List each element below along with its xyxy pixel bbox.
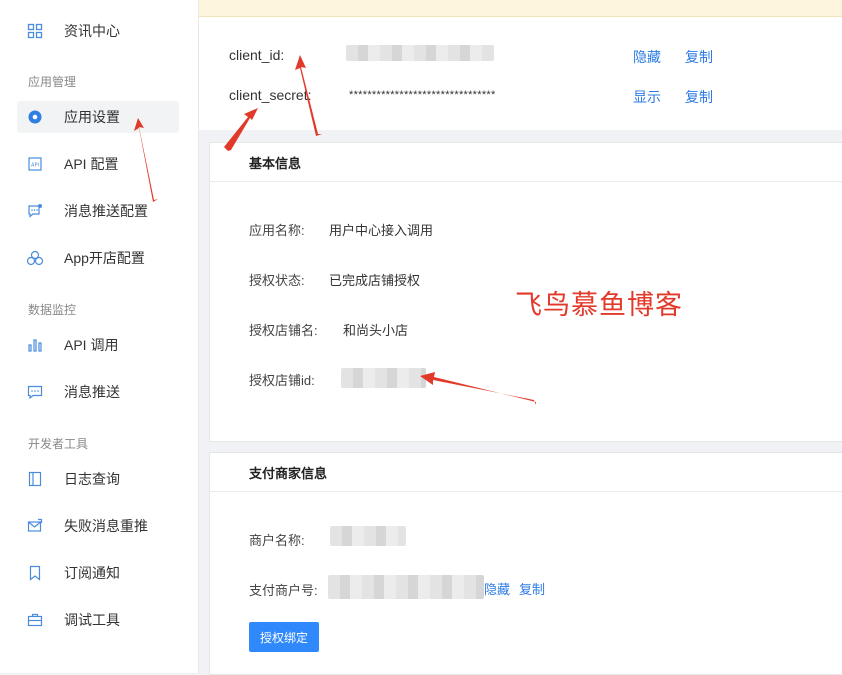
- bar-chart-icon: [25, 335, 45, 355]
- cluster-icon: [25, 248, 45, 268]
- sidebar-item-label: API 调用: [64, 337, 119, 353]
- book-icon: [25, 469, 45, 489]
- main-content: client_id: 隐藏 复制 client_secret: ********…: [199, 0, 842, 675]
- merchant-no-copy-link[interactable]: 复制: [519, 579, 545, 598]
- shop-id-label: 授权店铺id:: [249, 373, 315, 388]
- merchant-no-label: 支付商户号:: [249, 583, 318, 598]
- client-id-value-blurred: [346, 45, 494, 61]
- group-title-data-monitoring: 数据监控: [28, 303, 77, 317]
- mail-retry-icon: [25, 516, 45, 536]
- sidebar-item-message-push[interactable]: 消息推送: [17, 376, 179, 408]
- settings-icon: [25, 107, 45, 127]
- app-name-value: 用户中心接入调用: [329, 223, 434, 238]
- sidebar-item-api-calls[interactable]: API 调用: [17, 329, 179, 361]
- sidebar: 资讯中心 应用管理 应用设置 API API 配置 消息推送配置 App开店配置…: [0, 0, 199, 673]
- sidebar-item-app-store-config[interactable]: App开店配置: [17, 242, 179, 274]
- auth-status-label: 授权状态:: [249, 273, 305, 288]
- shop-name-label: 授权店铺名:: [249, 323, 318, 338]
- sidebar-item-label: 调试工具: [64, 612, 120, 628]
- sidebar-item-label: 订阅通知: [64, 565, 120, 581]
- sidebar-item-app-settings[interactable]: 应用设置: [17, 101, 179, 133]
- merchant-no-value-blurred: [328, 575, 484, 599]
- sidebar-item-api-config[interactable]: API API 配置: [17, 148, 179, 180]
- client-id-copy-link[interactable]: 复制: [685, 47, 713, 67]
- sidebar-item-failed-message-retry[interactable]: 失败消息重推: [17, 510, 179, 542]
- shop-name-value: 和尚头小店: [343, 323, 409, 338]
- group-title-developer-tools: 开发者工具: [28, 437, 89, 451]
- sidebar-item-label: 资讯中心: [64, 23, 120, 39]
- credentials-panel: client_id: 隐藏 复制 client_secret: ********…: [199, 17, 842, 130]
- toolbox-icon: [25, 610, 45, 630]
- client-id-label: client_id:: [229, 47, 285, 63]
- group-title-app-management: 应用管理: [28, 75, 77, 89]
- sidebar-item-label: 消息推送: [64, 384, 120, 400]
- sidebar-item-label: App开店配置: [64, 250, 145, 266]
- basic-info-card: 基本信息 应用名称: 用户中心接入调用 授权状态: 已完成店铺授权 授权店铺名:…: [209, 142, 842, 442]
- merchant-name-label: 商户名称:: [249, 533, 305, 548]
- merchant-info-title: 支付商家信息: [210, 453, 842, 492]
- sidebar-item-label: 失败消息重推: [64, 518, 148, 534]
- svg-text:API: API: [31, 163, 39, 169]
- api-icon: API: [25, 154, 45, 174]
- basic-info-title: 基本信息: [210, 143, 842, 182]
- bookmark-icon: [25, 563, 45, 583]
- notice-banner: [199, 0, 842, 17]
- shop-id-value-blurred: [341, 368, 426, 388]
- client-id-hide-link[interactable]: 隐藏: [633, 47, 661, 67]
- sidebar-item-debug-tools[interactable]: 调试工具: [17, 604, 179, 636]
- message-config-icon: [25, 201, 45, 221]
- message-icon: [25, 382, 45, 402]
- sidebar-item-label: API 配置: [64, 156, 119, 172]
- client-secret-value: ********************************: [349, 89, 496, 101]
- merchant-name-value-blurred: [330, 526, 406, 546]
- blog-watermark: 飞鸟慕鱼博客: [515, 290, 683, 321]
- sidebar-item-subscription-notice[interactable]: 订阅通知: [17, 557, 179, 589]
- grid-icon: [25, 21, 45, 41]
- sidebar-item-message-push-config[interactable]: 消息推送配置: [17, 195, 179, 227]
- sidebar-item-label: 应用设置: [64, 109, 120, 125]
- client-secret-show-link[interactable]: 显示: [633, 87, 661, 107]
- client-secret-label: client_secret:: [229, 87, 312, 103]
- sidebar-item-label: 消息推送配置: [64, 203, 148, 219]
- client-secret-copy-link[interactable]: 复制: [685, 87, 713, 107]
- sidebar-item-label: 日志查询: [64, 471, 120, 487]
- authorize-bind-button[interactable]: 授权绑定: [249, 622, 319, 652]
- auth-status-value: 已完成店铺授权: [329, 273, 421, 288]
- sidebar-item-log-query[interactable]: 日志查询: [17, 463, 179, 495]
- merchant-info-card: 支付商家信息 商户名称: 支付商户号: 隐藏 复制 授权绑定: [209, 452, 842, 675]
- merchant-no-hide-link[interactable]: 隐藏: [484, 579, 510, 598]
- app-name-label: 应用名称:: [249, 223, 305, 238]
- sidebar-item-news-center[interactable]: 资讯中心: [17, 15, 179, 47]
